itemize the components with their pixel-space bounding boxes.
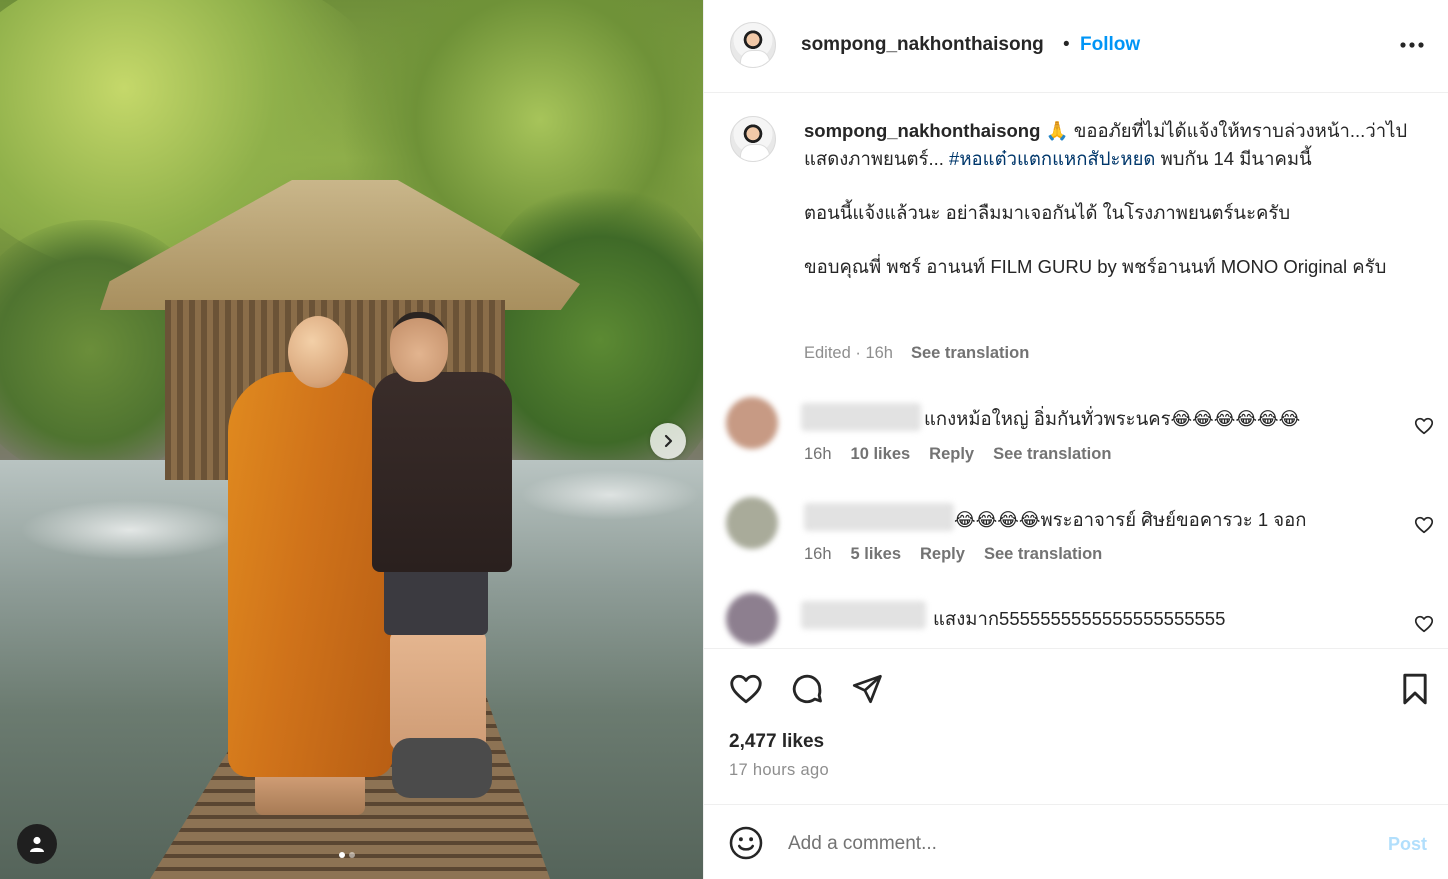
- comment-reply-button[interactable]: Reply: [920, 545, 965, 564]
- like-button[interactable]: [726, 669, 766, 709]
- header-separator: •: [1063, 34, 1070, 55]
- follow-button[interactable]: Follow: [1080, 34, 1140, 56]
- caption-hashtag[interactable]: #หอแต๋วแตกแหกสัปะหยด: [949, 148, 1155, 169]
- comment-meta: 16h 5 likes Reply See translation: [804, 545, 1102, 564]
- add-comment-bar: Post: [704, 804, 1448, 879]
- commenter-username-blurred[interactable]: [804, 503, 954, 531]
- post-time[interactable]: 17 hours ago: [729, 761, 829, 780]
- carousel-next-button[interactable]: [650, 423, 686, 459]
- post-comment-button[interactable]: Post: [1388, 834, 1427, 855]
- carousel-dot-active: [339, 852, 345, 858]
- post-side-panel: sompong_nakhonthaisong • Follow sompong_…: [703, 0, 1448, 879]
- post-actions: 2,477 likes 17 hours ago: [704, 648, 1448, 804]
- save-button[interactable]: [1395, 669, 1435, 709]
- comment-text: 😂😂😂😂พระอาจารย์ ศิษย์ขอคารวะ 1 จอก: [954, 509, 1307, 530]
- comment-icon: [792, 674, 822, 704]
- water-glint: [520, 470, 700, 520]
- commenter-username-blurred[interactable]: [801, 403, 921, 431]
- more-horizontal-icon: [1400, 42, 1424, 48]
- man-head: [390, 312, 448, 382]
- likes-count[interactable]: 2,477 likes: [729, 731, 824, 753]
- caption-meta: Edited · 16h See translation: [804, 344, 1029, 363]
- comment-likes[interactable]: 10 likes: [851, 445, 911, 464]
- commenter-avatar[interactable]: [726, 397, 778, 449]
- post-photo[interactable]: [0, 0, 703, 879]
- comment-text: แกงหม้อใหญ่ อิ่มกันทั่วพระนคร😂😂😂😂😂😂: [924, 408, 1301, 429]
- comment-meta: 16h 10 likes Reply See translation: [804, 445, 1111, 464]
- emoji-icon[interactable]: [728, 825, 764, 861]
- caption-paragraph: ตอนนี้แจ้งแล้วนะ อย่าลืมมาเจอกันได้ ในโร…: [804, 202, 1291, 223]
- comment-item: แกงหม้อใหญ่ อิ่มกันทั่วพระนคร😂😂😂😂😂😂 16h …: [704, 393, 1448, 483]
- post-header: sompong_nakhonthaisong • Follow: [704, 0, 1448, 93]
- man-legs: [390, 630, 486, 750]
- comment-reply-button[interactable]: Reply: [929, 445, 974, 464]
- author-avatar[interactable]: [730, 22, 776, 68]
- post-caption: sompong_nakhonthaisong 🙏 ขออภัยที่ไม่ได้…: [804, 117, 1414, 281]
- commenter-avatar[interactable]: [726, 497, 778, 549]
- comment-item: แสงมาก5555555555555555555555: [704, 593, 1448, 648]
- caption-author-avatar[interactable]: [730, 116, 776, 162]
- monk-head: [288, 316, 348, 388]
- man-shirt: [372, 372, 512, 572]
- chevron-right-icon: [664, 434, 673, 448]
- comment-time: 16h: [804, 545, 832, 563]
- caption-username[interactable]: sompong_nakhonthaisong: [804, 120, 1040, 141]
- comment-heart-icon[interactable]: [1413, 514, 1435, 536]
- comment-heart-icon[interactable]: [1413, 613, 1435, 635]
- comment-item: 😂😂😂😂พระอาจารย์ ศิษย์ขอคารวะ 1 จอก 16h 5 …: [704, 493, 1448, 583]
- comment-input[interactable]: [788, 829, 1348, 859]
- carousel-indicator: [339, 852, 355, 858]
- share-button[interactable]: [847, 669, 887, 709]
- caption-paragraph: ขอบคุณพี่ พชร์ อานนท์ FILM GURU by พชร์อ…: [804, 256, 1387, 277]
- man-shorts: [384, 565, 488, 635]
- edited-timestamp: Edited · 16h: [804, 344, 893, 362]
- caption-text: พบกัน 14 มีนาคมนี้: [1155, 148, 1312, 169]
- comments-scroll-area[interactable]: sompong_nakhonthaisong 🙏 ขออภัยที่ไม่ได้…: [704, 93, 1448, 648]
- bookmark-icon: [1403, 673, 1427, 705]
- user-icon: [30, 836, 44, 852]
- monk-robe: [228, 372, 393, 777]
- comment-likes[interactable]: 5 likes: [851, 545, 901, 564]
- commenter-username-blurred[interactable]: [801, 601, 926, 629]
- comment-button[interactable]: [787, 669, 827, 709]
- comment-text: แสงมาก5555555555555555555555: [933, 608, 1226, 629]
- comment-time: 16h: [804, 445, 832, 463]
- send-icon: [852, 674, 882, 704]
- see-translation-link[interactable]: See translation: [984, 545, 1102, 564]
- see-translation-link[interactable]: See translation: [911, 344, 1029, 362]
- more-options-button[interactable]: [1397, 30, 1427, 60]
- commenter-avatar[interactable]: [726, 593, 778, 645]
- carousel-dot: [349, 852, 355, 858]
- comment-heart-icon[interactable]: [1413, 415, 1435, 437]
- author-username[interactable]: sompong_nakhonthaisong: [801, 34, 1044, 56]
- water-glint: [20, 500, 240, 560]
- man-shoes: [392, 738, 492, 798]
- heart-icon: [730, 674, 762, 704]
- see-translation-link[interactable]: See translation: [993, 445, 1111, 464]
- tagged-users-button[interactable]: [17, 824, 57, 864]
